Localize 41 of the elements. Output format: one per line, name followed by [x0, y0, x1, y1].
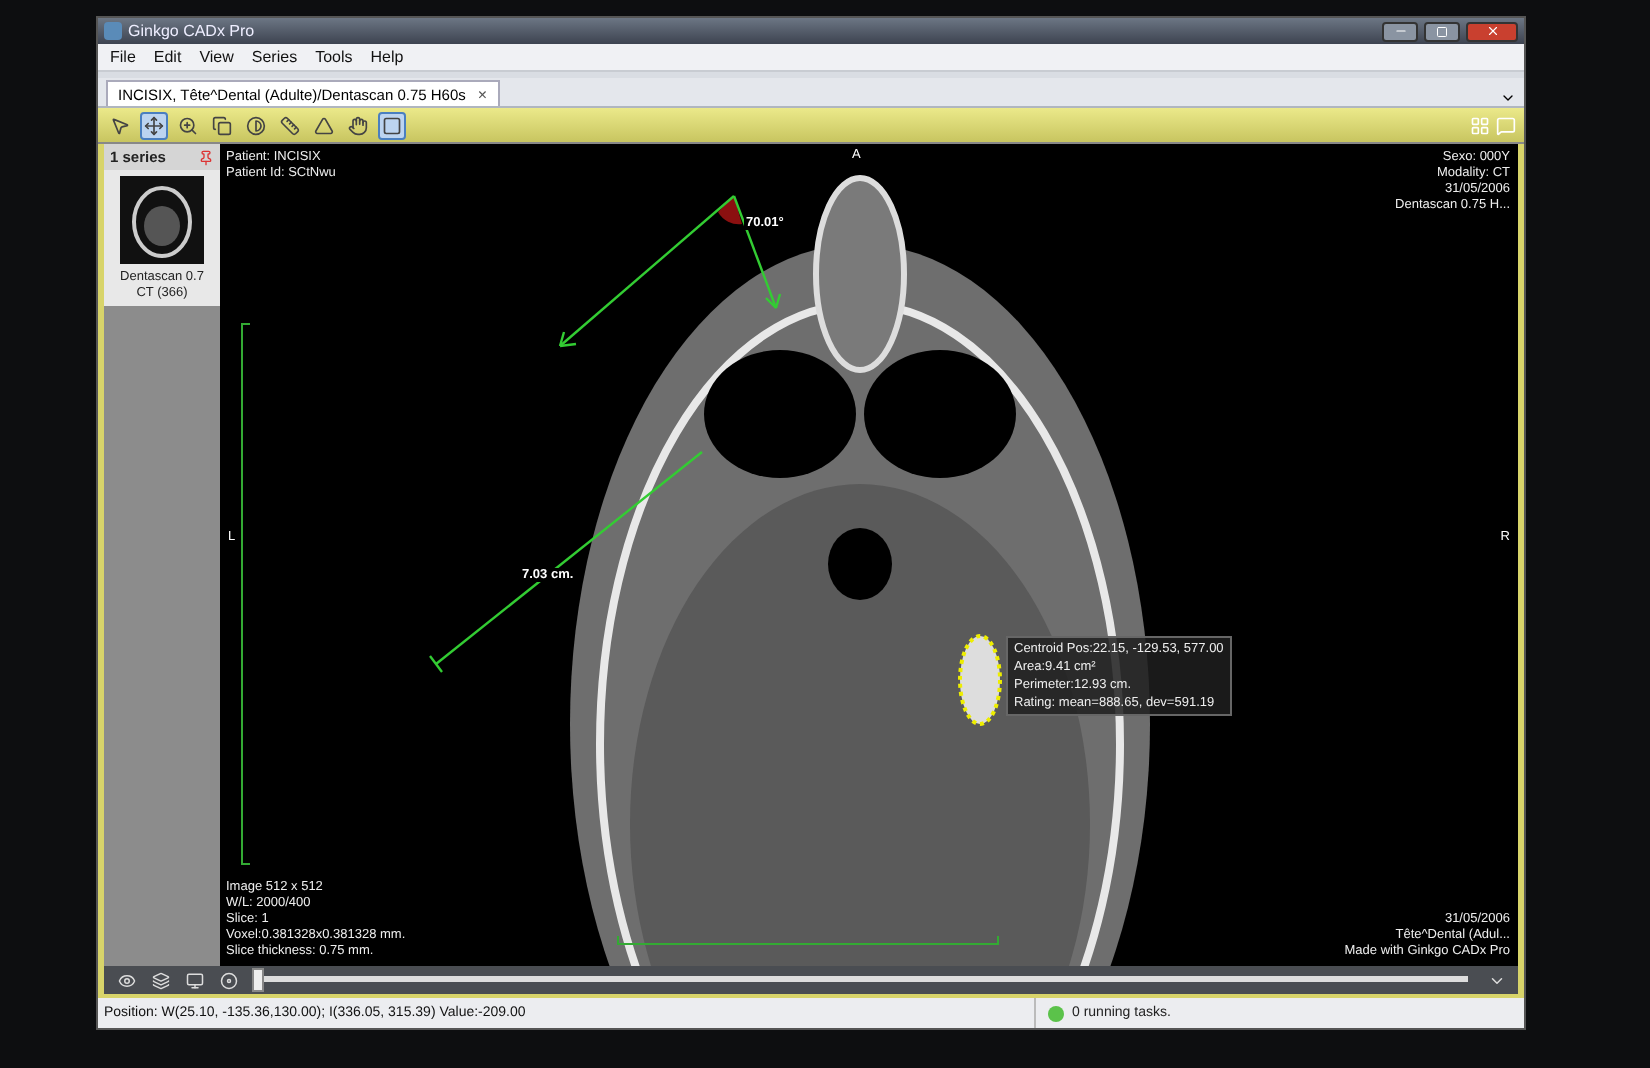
thumbnail-drawing — [120, 176, 204, 264]
layers-icon — [151, 971, 169, 989]
slider-thumb[interactable] — [252, 968, 264, 992]
eye-icon — [117, 971, 135, 989]
minimize-button[interactable] — [1382, 21, 1418, 41]
hand-icon — [348, 115, 368, 135]
pointer-icon — [110, 115, 130, 135]
contrast-icon — [246, 115, 266, 135]
app-icon — [104, 22, 122, 40]
menu-item[interactable]: View — [199, 48, 234, 66]
disc-icon — [219, 971, 237, 989]
menu-item[interactable]: Help — [370, 48, 404, 66]
status-icon — [1048, 1005, 1064, 1021]
menu-item[interactable]: Edit — [153, 48, 182, 66]
menu-item[interactable]: File — [110, 48, 136, 66]
slice-slider[interactable] — [256, 968, 1468, 992]
tab-close[interactable]: × — [477, 85, 488, 103]
pin-icon[interactable] — [198, 149, 214, 165]
tool-button[interactable] — [140, 111, 168, 139]
monitor-icon — [185, 971, 203, 989]
tool-button[interactable] — [242, 111, 270, 139]
move-icon — [144, 115, 164, 135]
tool-button[interactable] — [208, 111, 236, 139]
rectangle-icon — [382, 115, 402, 135]
minimize-icon — [1393, 24, 1407, 38]
tool-button[interactable] — [378, 111, 406, 139]
caret-icon[interactable] — [1500, 90, 1516, 106]
roi-outline — [958, 634, 1002, 726]
close-button[interactable] — [1466, 21, 1518, 41]
maximize-button[interactable] — [1424, 21, 1460, 41]
menu-item[interactable]: Tools — [315, 48, 353, 66]
window-title: Ginkgo CADx Pro — [128, 22, 257, 40]
tool-button[interactable] — [344, 111, 372, 139]
ruler-icon — [280, 115, 300, 135]
zoom-icon — [178, 115, 198, 135]
copy-icon — [212, 115, 232, 135]
tool-button[interactable] — [276, 111, 304, 139]
maximize-icon — [1436, 25, 1448, 37]
menu-item[interactable]: Series — [251, 48, 298, 66]
close-icon — [1485, 24, 1499, 38]
triangle-icon — [314, 115, 334, 135]
